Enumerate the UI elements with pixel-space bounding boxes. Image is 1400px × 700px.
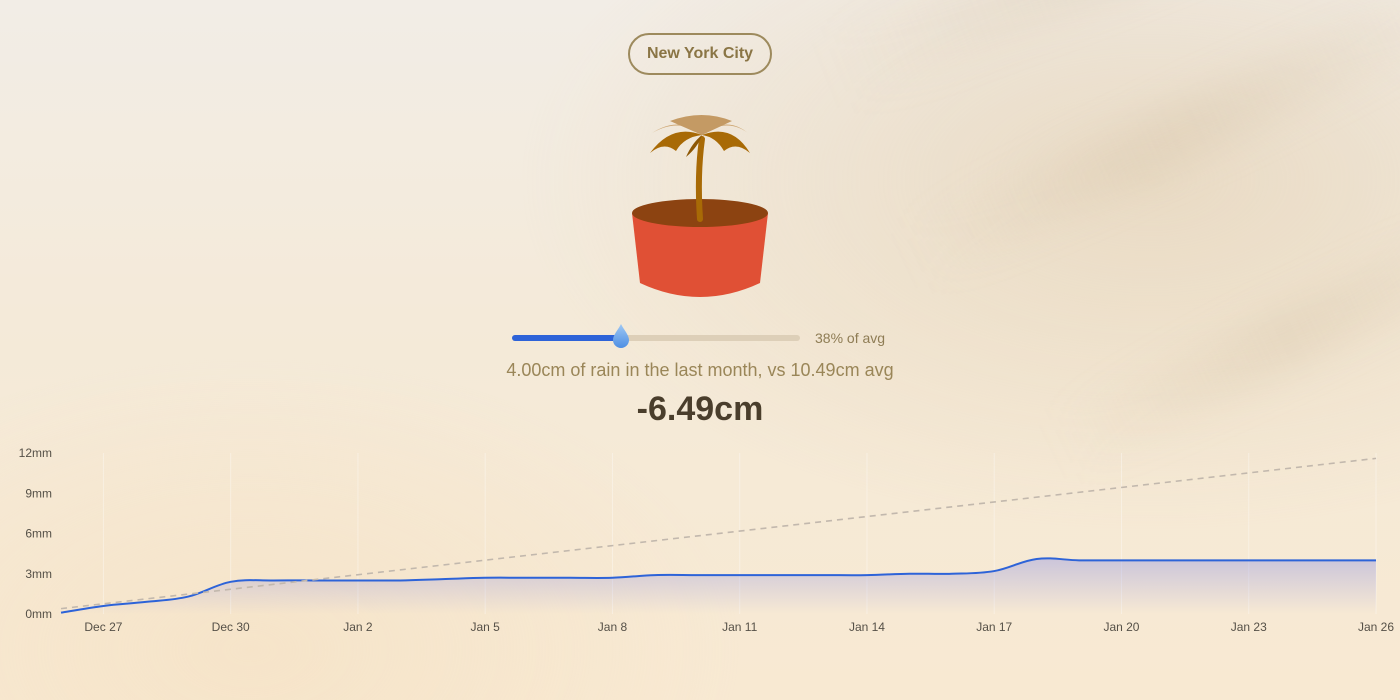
x-tick-label: Jan 20 <box>1103 620 1139 634</box>
x-tick-label: Jan 23 <box>1231 620 1267 634</box>
y-tick-label: 9mm <box>25 486 52 500</box>
x-tick-label: Jan 17 <box>976 620 1012 634</box>
percent-of-avg-label: 38% of avg <box>815 330 886 346</box>
x-tick-label: Jan 26 <box>1358 620 1394 634</box>
x-tick-label: Jan 11 <box>722 620 757 634</box>
y-tick-label: 0mm <box>25 607 52 621</box>
rainfall-chart: 12mm 9mm 6mm 3mm 0mm Dec 27 Dec 30 Jan 2 Jan 5 J… <box>19 446 1395 634</box>
potted-plant-icon <box>620 105 780 305</box>
rain-summary-text: 4.00cm of rain in the last month, vs 10.… <box>506 360 894 380</box>
x-tick-label: Jan 2 <box>343 620 373 634</box>
y-tick-label: 3mm <box>25 567 52 581</box>
x-tick-label: Jan 14 <box>849 620 885 634</box>
background-shadow <box>900 0 1400 285</box>
background-shadow <box>1050 200 1400 474</box>
x-tick-label: Jan 5 <box>471 620 501 634</box>
x-tick-label: Dec 27 <box>84 620 122 634</box>
x-tick-label: Jan 8 <box>598 620 628 634</box>
rain-percentage-slider[interactable] <box>512 324 802 349</box>
background-shadow <box>820 0 1400 105</box>
y-tick-label: 6mm <box>25 527 52 541</box>
rain-difference-value: -6.49cm <box>636 390 764 428</box>
y-tick-label: 12mm <box>19 446 52 460</box>
water-drop-icon[interactable] <box>611 323 631 349</box>
slider-fill <box>512 335 622 341</box>
x-tick-label: Dec 30 <box>212 620 250 634</box>
city-selector-button[interactable]: New York City <box>628 33 772 75</box>
